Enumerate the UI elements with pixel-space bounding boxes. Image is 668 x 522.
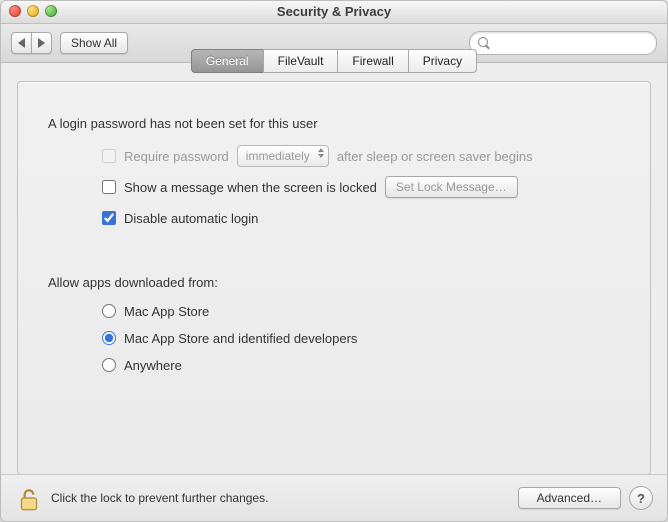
zoom-button[interactable] (45, 5, 57, 17)
minimize-button[interactable] (27, 5, 39, 17)
search-icon (478, 37, 489, 49)
require-password-delay-select[interactable]: immediately (237, 145, 329, 167)
lock-description: Click the lock to prevent further change… (51, 491, 268, 505)
allow-identified-developers-label: Mac App Store and identified developers (124, 331, 357, 346)
help-button[interactable]: ? (629, 486, 653, 510)
allow-identified-developers-radio[interactable] (102, 331, 116, 345)
tab-general[interactable]: General (191, 49, 264, 73)
require-password-suffix: after sleep or screen saver begins (337, 149, 533, 164)
allow-anywhere-label: Anywhere (124, 358, 182, 373)
require-password-delay-value: immediately (246, 149, 310, 163)
content: General FileVault Firewall Privacy A log… (1, 61, 667, 475)
close-button[interactable] (9, 5, 21, 17)
allow-anywhere-radio[interactable] (102, 358, 116, 372)
login-password-heading: A login password has not been set for th… (48, 116, 620, 131)
chevron-left-icon (18, 38, 25, 48)
window-title: Security & Privacy (277, 4, 391, 19)
window-controls (9, 5, 57, 17)
disable-auto-login-label: Disable automatic login (124, 211, 258, 226)
allow-mac-app-store-radio[interactable] (102, 304, 116, 318)
tab-bar: General FileVault Firewall Privacy (1, 49, 667, 73)
show-message-label: Show a message when the screen is locked (124, 180, 377, 195)
tab-panel-general: A login password has not been set for th… (17, 81, 651, 475)
show-message-checkbox[interactable] (102, 180, 116, 194)
require-password-label: Require password (124, 149, 229, 164)
tab-privacy[interactable]: Privacy (408, 49, 477, 73)
lock-icon[interactable] (15, 484, 43, 512)
advanced-button[interactable]: Advanced… (518, 487, 621, 509)
allow-mac-app-store-label: Mac App Store (124, 304, 209, 319)
footer: Click the lock to prevent further change… (1, 474, 667, 521)
set-lock-message-button[interactable]: Set Lock Message… (385, 176, 518, 198)
chevron-right-icon (38, 38, 45, 48)
require-password-checkbox[interactable] (102, 149, 116, 163)
window: Security & Privacy Show All General File… (0, 0, 668, 522)
disable-auto-login-checkbox[interactable] (102, 211, 116, 225)
tab-firewall[interactable]: Firewall (337, 49, 408, 73)
titlebar: Security & Privacy (1, 1, 667, 24)
tab-filevault[interactable]: FileVault (263, 49, 339, 73)
allow-apps-heading: Allow apps downloaded from: (48, 275, 620, 290)
